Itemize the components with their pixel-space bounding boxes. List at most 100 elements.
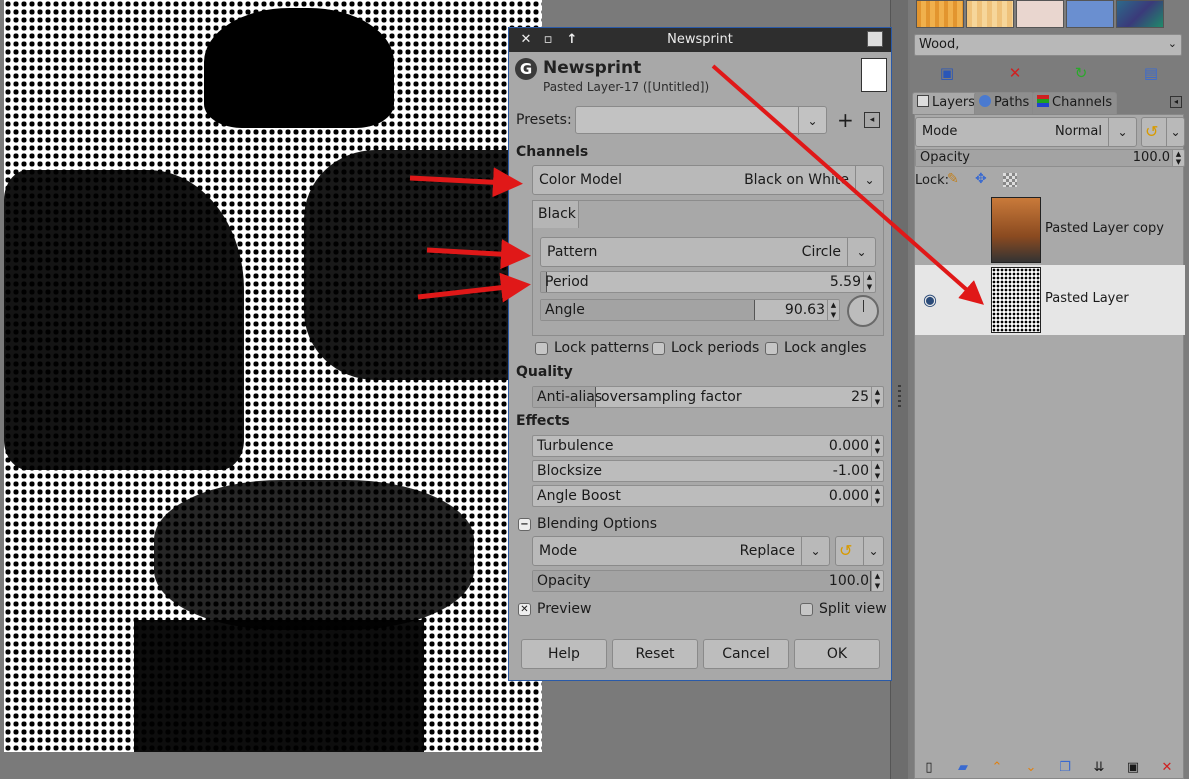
delete-layer-icon[interactable]: ✕	[1159, 760, 1175, 776]
channels-heading: Channels	[516, 144, 589, 160]
layer-preview-thumbnail	[861, 58, 887, 92]
spinner-arrows-icon[interactable]: ▲ ▼	[863, 272, 875, 292]
layer-thumbnail	[991, 267, 1041, 333]
dialog-titlebar[interactable]: ✕ ▫ ↑ Newsprint	[509, 28, 891, 52]
layer-opacity-spinner[interactable]: Opacity 100.0 ▲ ▼	[915, 149, 1185, 167]
effects-heading: Effects	[516, 413, 570, 429]
add-preset-icon[interactable]: +	[837, 108, 854, 132]
angle-label: Angle	[545, 302, 585, 318]
grip-handle[interactable]	[898, 385, 901, 409]
tab-black[interactable]: Black	[532, 200, 579, 228]
layer-row[interactable]: Pasted Layer copy	[915, 195, 1185, 265]
layer-composite-combo[interactable]: ↺ ⌄	[1141, 117, 1185, 147]
spinner-arrows-icon[interactable]: ▲ ▼	[871, 387, 883, 407]
ok-button[interactable]: OK	[794, 639, 880, 669]
halftone-photo	[4, 0, 542, 752]
help-button[interactable]: Help	[521, 639, 607, 669]
lock-angles-checkbox[interactable]: Lock angles	[765, 340, 867, 356]
blend-opacity-spinner[interactable]: Opacity 100.0 ▲ ▼	[532, 570, 884, 592]
new-layer-icon[interactable]: ▯	[921, 760, 937, 776]
lock-position-icon[interactable]: ✥	[975, 171, 987, 187]
checked-icon: ✕	[518, 602, 531, 616]
color-model-value: Black on White	[744, 172, 849, 188]
dock-tabs: Layers Paths Channels ◂	[912, 92, 1188, 114]
mask-layer-icon[interactable]: ▣	[1125, 760, 1141, 776]
pattern-name-select[interactable]: Wood, ⌄	[914, 34, 1182, 56]
blend-mode-combo[interactable]: Mode Replace ⌄	[532, 536, 830, 566]
layer-row-selected[interactable]: ◉ Pasted Layer	[915, 265, 1185, 335]
spinner-arrows-icon[interactable]: ▲ ▼	[871, 571, 883, 591]
edit-pattern-icon[interactable]: ▣	[938, 64, 956, 82]
pattern-actions: ▣ ✕ ↻ ▤	[910, 62, 1189, 86]
turbulence-spinner[interactable]: Turbulence 0.000 ▲ ▼	[532, 435, 884, 457]
tab-paths[interactable]: Paths	[974, 92, 1035, 114]
chevron-down-icon: ⌄	[847, 238, 875, 266]
head-shape	[204, 8, 394, 128]
spinner-arrows-icon[interactable]: ▲ ▼	[1172, 150, 1184, 166]
angle-dial-icon[interactable]	[847, 295, 879, 327]
presets-combo[interactable]: ⌄	[575, 106, 827, 135]
spinner-arrows-icon[interactable]: ▲ ▼	[827, 300, 839, 320]
preset-menu-icon[interactable]: ◂	[864, 112, 880, 128]
preview-checkbox[interactable]: ✕ Preview	[518, 601, 592, 617]
layers-panel: Mode Normal ⌄ ↺ ⌄ Opacity 100.0 ▲ ▼ Lock:…	[914, 114, 1185, 779]
checkbox-icon	[765, 341, 778, 355]
eye-icon[interactable]: ◉	[919, 289, 941, 311]
composite-mode-combo[interactable]: ↺ ⌄	[835, 536, 884, 566]
layer-thumbnail	[991, 197, 1041, 263]
lower-layer-icon[interactable]: ⌄	[1023, 760, 1039, 776]
delete-pattern-icon[interactable]: ✕	[1006, 64, 1024, 82]
pattern-value: Circle	[801, 244, 841, 260]
pattern-swatch[interactable]	[916, 0, 964, 28]
layers-bottom-toolbar: ▯ ▰ ⌃ ⌄ ❐ ⇊ ▣ ✕	[915, 758, 1185, 778]
refresh-patterns-icon[interactable]: ↻	[1072, 64, 1090, 82]
chevron-down-icon: ⌄	[1167, 37, 1177, 50]
period-spinner[interactable]: Period 5.59 ▲ ▼	[540, 271, 876, 293]
lock-patterns-checkbox[interactable]: Lock patterns	[535, 340, 649, 356]
turbulence-label: Turbulence	[537, 438, 614, 454]
merge-layer-icon[interactable]: ⇊	[1091, 760, 1107, 776]
pattern-swatch[interactable]	[1116, 0, 1164, 28]
pattern-swatch[interactable]	[1066, 0, 1114, 28]
duplicate-layer-icon[interactable]: ❐	[1057, 760, 1073, 776]
visibility-toggle[interactable]	[919, 219, 941, 241]
open-pattern-icon[interactable]: ▤	[1142, 64, 1160, 82]
blending-options-expander[interactable]: − Blending Options	[518, 516, 657, 532]
pattern-name: Wood,	[919, 37, 960, 52]
tab-channels[interactable]: Channels	[1032, 92, 1118, 114]
color-model-combo[interactable]: Color Model Black on White ⌄	[532, 165, 884, 195]
spinner-arrows-icon[interactable]: ▲ ▼	[871, 486, 883, 506]
dock-menu-icon[interactable]: ◂	[1170, 96, 1182, 108]
pattern-swatch[interactable]	[1016, 0, 1064, 28]
lock-pixels-icon[interactable]: ✎	[947, 171, 959, 187]
oversampling-spinner[interactable]: Anti-alias oversampling factor 25 ▲ ▼	[532, 386, 884, 408]
shoulder-shape	[4, 170, 244, 470]
angle-spinner[interactable]: Angle 90.63 ▲ ▼	[540, 299, 840, 321]
layer-mode-combo[interactable]: Mode Normal ⌄	[915, 117, 1137, 147]
chevron-down-icon: ⌄	[863, 537, 883, 565]
canvas-scrollbar[interactable]	[890, 0, 908, 779]
lock-periods-checkbox[interactable]: Lock periods	[652, 340, 759, 356]
lock-alpha-icon[interactable]	[1003, 173, 1017, 187]
cancel-button[interactable]: Cancel	[703, 639, 789, 669]
layer-mode-label: Mode	[922, 124, 958, 139]
reset-button[interactable]: Reset	[612, 639, 698, 669]
raise-layer-icon[interactable]: ⌃	[989, 760, 1005, 776]
spinner-arrows-icon[interactable]: ▲ ▼	[871, 461, 883, 481]
new-group-icon[interactable]: ▰	[955, 760, 971, 776]
pattern-combo[interactable]: Pattern Circle ⌄	[540, 237, 876, 267]
pattern-swatch[interactable]	[966, 0, 1014, 28]
layer-opacity-value: 100.0	[1132, 150, 1170, 165]
tab-layers[interactable]: Layers	[912, 92, 981, 114]
quality-heading: Quality	[516, 364, 573, 380]
lock-angles-label: Lock angles	[784, 340, 867, 356]
layers-icon	[917, 95, 929, 107]
blend-mode-value: Replace	[739, 543, 795, 559]
spinner-arrows-icon[interactable]: ▲ ▼	[871, 436, 883, 456]
period-value: 5.59	[829, 274, 861, 290]
split-view-checkbox[interactable]: Split view	[800, 601, 887, 617]
trunks-shape	[134, 620, 424, 752]
layer-name: Pasted Layer	[1045, 291, 1129, 306]
blocksize-spinner[interactable]: Blocksize -1.00 ▲ ▼	[532, 460, 884, 482]
angle-boost-spinner[interactable]: Angle Boost 0.000 ▲ ▼	[532, 485, 884, 507]
